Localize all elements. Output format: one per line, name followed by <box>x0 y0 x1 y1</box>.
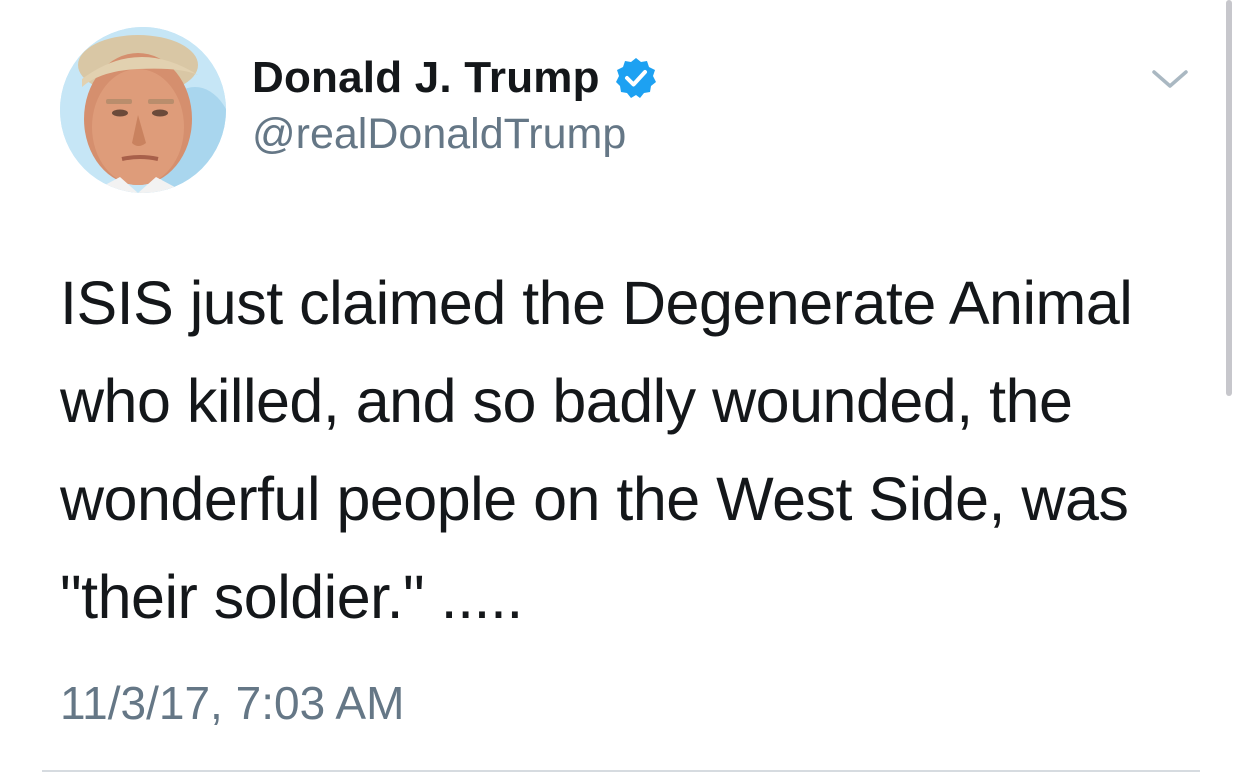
verified-badge-icon <box>614 56 658 100</box>
tweet-timestamp: 11/3/17, 7:03 AM <box>60 677 405 729</box>
tweet-text: ISIS just claimed the Degenerate Animal … <box>60 269 1133 631</box>
tweet-detail-screen: Donald J. Trump @realDonaldTrump ISIS ju… <box>0 0 1242 779</box>
profile-photo-icon <box>60 27 226 193</box>
avatar[interactable] <box>60 27 226 193</box>
author-display-name[interactable]: Donald J. Trump <box>252 53 600 103</box>
author-handle[interactable]: @realDonaldTrump <box>252 110 626 159</box>
scrollbar[interactable] <box>1226 0 1232 396</box>
divider <box>42 770 1200 772</box>
author-name-row[interactable]: Donald J. Trump <box>252 50 658 106</box>
chevron-down-icon[interactable] <box>1150 64 1190 94</box>
